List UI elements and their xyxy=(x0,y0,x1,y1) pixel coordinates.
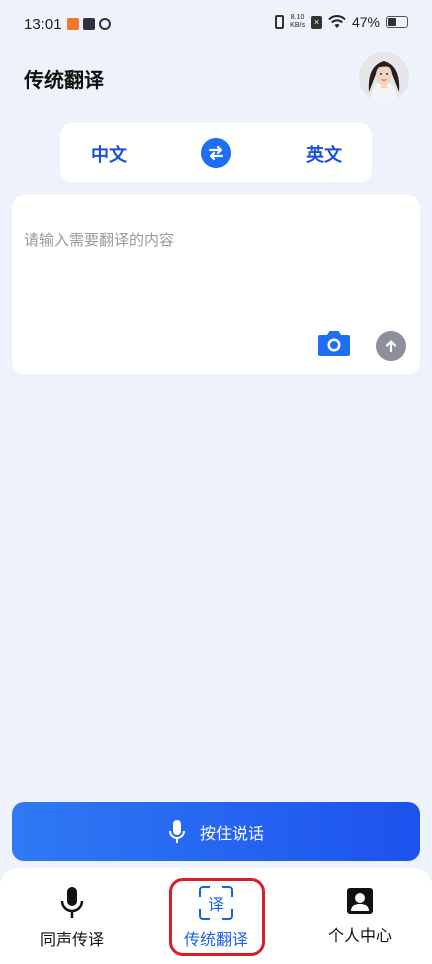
avatar-portrait-icon xyxy=(359,52,409,102)
nav-label: 个人中心 xyxy=(327,926,392,945)
app-screen: 13:01 8.10 KB/s × 47% 传统翻译 中文 英文 请输入需要翻译… xyxy=(0,0,432,964)
no-sim-icon: × xyxy=(310,15,322,29)
microphone-icon xyxy=(60,887,84,918)
battery-icon xyxy=(386,16,408,28)
avatar[interactable] xyxy=(359,52,409,102)
network-speed-value: 8.10 xyxy=(290,14,305,21)
translation-input[interactable] xyxy=(24,231,404,249)
video-notification-icon xyxy=(83,18,95,30)
wifi-icon xyxy=(328,15,346,28)
push-to-talk-button[interactable]: 按住说话 xyxy=(12,802,420,861)
push-to-talk-label: 按住说话 xyxy=(199,823,264,843)
sync-notification-icon xyxy=(99,18,111,30)
page-title: 传统翻译 xyxy=(24,68,104,92)
battery-level xyxy=(388,18,396,26)
battery-percent: 47% xyxy=(351,14,380,30)
swap-icon xyxy=(208,145,224,161)
translation-input-card xyxy=(12,195,420,374)
profile-icon xyxy=(347,888,373,914)
status-time: 13:01 xyxy=(24,16,62,33)
microphone-icon xyxy=(168,819,185,843)
status-indicators: 8.10 KB/s × 47% xyxy=(275,14,408,30)
arrow-up-icon xyxy=(385,340,397,353)
nav-label: 同声传译 xyxy=(39,930,104,949)
nav-simultaneous-interpretation[interactable]: 同声传译 xyxy=(17,886,127,950)
status-bar: 13:01 8.10 KB/s × 47% xyxy=(0,0,432,50)
source-language-button[interactable]: 中文 xyxy=(91,141,127,167)
camera-icon xyxy=(318,331,350,356)
vibrate-icon xyxy=(275,15,285,29)
target-language-button[interactable]: 英文 xyxy=(306,141,342,167)
app-notification-icon xyxy=(67,18,79,30)
notification-icons xyxy=(67,18,111,30)
camera-button[interactable] xyxy=(317,329,351,357)
send-button[interactable] xyxy=(376,331,406,361)
highlight-annotation xyxy=(169,878,265,956)
language-switcher: 中文 英文 xyxy=(60,123,372,182)
nav-personal-center[interactable]: 个人中心 xyxy=(305,886,415,950)
network-speed: 8.10 KB/s xyxy=(290,14,305,30)
swap-languages-button[interactable] xyxy=(201,138,231,168)
network-speed-unit: KB/s xyxy=(290,22,305,29)
